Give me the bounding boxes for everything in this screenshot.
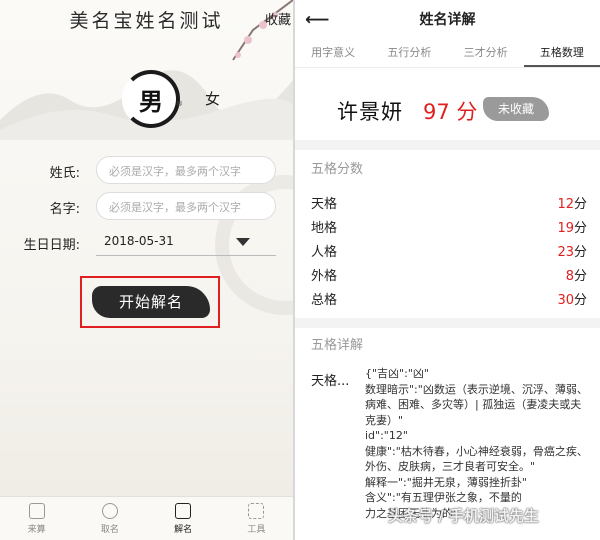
naming-icon (101, 502, 118, 519)
left-panel: 美名宝姓名测试 收藏 男 ® 女 姓氏: 必须是汉字，最多两个汉字 名字: 必须… (0, 0, 293, 540)
chevron-down-icon (236, 238, 250, 246)
tab-three-talents[interactable]: 三才分析 (448, 40, 524, 67)
tools-icon (248, 502, 265, 519)
tab-five-elements[interactable]: 五行分析 (371, 40, 447, 67)
watermark: 头条号 / 手机测试先生 (388, 507, 539, 525)
person-name: 许景妍 (337, 100, 403, 124)
birthdate-select[interactable]: 2018-05-31 (96, 228, 276, 256)
detail-tabs: 用字意义 五行分析 三才分析 五格数理 (295, 40, 600, 68)
wuge-row: 总格 30分 (311, 293, 587, 308)
given-name-row: 名字: 必须是汉字，最多两个汉字 (0, 192, 293, 222)
page-title: 姓名详解 (419, 12, 476, 28)
detail-label: 天格... (311, 374, 350, 389)
section-divider (295, 318, 600, 328)
name-score: 97 分 (423, 100, 478, 124)
right-panel: ⟵ 姓名详解 用字意义 五行分析 三才分析 五格数理 许景妍 97 分 未收藏 … (295, 0, 600, 540)
tab-decode[interactable]: 解名 (147, 497, 220, 540)
wuge-row: 地格 19分 (311, 221, 587, 236)
wuge-title: 五格分数 (311, 162, 364, 177)
registered-mark: ® (176, 100, 183, 108)
given-name-label: 名字: (49, 202, 80, 217)
wuge-row: 天格 12分 (311, 197, 587, 212)
gender-female-option[interactable]: 女 (205, 88, 220, 109)
bottom-tabbar: 来算 取名 解名 工具 (0, 496, 293, 540)
tab-naming[interactable]: 取名 (73, 497, 146, 540)
birthdate-label: 生日日期: (23, 238, 80, 253)
calculate-icon (28, 502, 45, 519)
detail-text: {"吉凶":"凶" 数理暗示":"凶数运（表示逆境、沉浮、薄弱、病难、困难、多灾… (365, 367, 588, 520)
app-title: 美名宝姓名测试 (69, 10, 224, 32)
gender-male-option[interactable]: 男 (122, 70, 180, 128)
section-divider (295, 140, 600, 150)
wuge-detail-title: 五格详解 (311, 338, 364, 353)
given-name-input[interactable]: 必须是汉字，最多两个汉字 (96, 192, 276, 220)
decode-icon (175, 502, 192, 519)
tab-tools[interactable]: 工具 (220, 497, 293, 540)
surname-input[interactable]: 必须是汉字，最多两个汉字 (96, 156, 276, 184)
tab-calculate[interactable]: 来算 (0, 497, 73, 540)
birthdate-value: 2018-05-31 (104, 234, 174, 248)
tab-five-grids[interactable]: 五格数理 (523, 40, 600, 67)
start-decode-button[interactable]: 开始解名 (92, 286, 210, 318)
wuge-row: 外格 8分 (311, 269, 587, 284)
surname-row: 姓氏: 必须是汉字，最多两个汉字 (0, 156, 293, 186)
favorite-link[interactable]: 收藏 (265, 9, 291, 28)
favorite-badge[interactable]: 未收藏 (483, 97, 549, 121)
birthdate-row: 生日日期: 2018-05-31 (0, 228, 293, 258)
tab-character-meaning[interactable]: 用字意义 (295, 40, 371, 67)
wuge-row: 人格 23分 (311, 245, 587, 260)
surname-label: 姓氏: (49, 166, 80, 181)
